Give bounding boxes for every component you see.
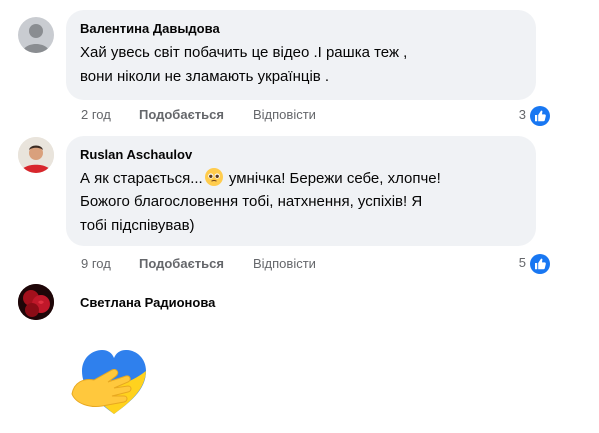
avatar-default[interactable] [18,17,54,53]
reaction-count: 3 [518,107,526,122]
like-button[interactable]: Подобається [139,107,224,122]
hand-with-heart-sticker[interactable] [68,338,160,420]
comment-text-line: вони ніколи не зламають українців . [80,68,330,85]
like-icon [530,254,550,274]
avatar-photo[interactable] [18,137,54,173]
user-photo-icon [18,137,54,173]
comment-text-line: тобі підспівував) [80,217,195,234]
comment-text-fragment: А як старається... [80,170,203,187]
avatar-photo[interactable] [18,284,54,320]
default-avatar-icon [22,24,50,53]
comment-author[interactable]: Ruslan Aschaulov [80,147,192,162]
reply-button[interactable]: Відповісти [253,256,316,271]
like-button[interactable]: Подобається [139,256,224,271]
comment-timestamp[interactable]: 9 год [81,256,111,271]
reaction-summary[interactable]: 3 [500,106,550,126]
comment-timestamp[interactable]: 2 год [81,107,111,122]
like-icon [530,106,550,126]
reaction-summary[interactable]: 5 [500,254,550,274]
reaction-count: 5 [518,255,526,270]
comment-text-fragment: умнічка! Бережи себе, хлопче! [224,170,441,187]
reply-button[interactable]: Відповісти [253,107,316,122]
comment-text-line: Божого благословення тобі, натхнення, ус… [80,193,423,210]
pleading-face-emoji-icon [204,167,224,187]
roses-photo-icon [18,284,54,320]
comment-author[interactable]: Светлана Радионова [80,295,215,310]
comment-text-line: А як старається... умнічка! Бережи себе,… [80,167,441,189]
comment-author[interactable]: Валентина Давыдова [80,21,220,36]
comment-text-line: Хай увесь світ побачить це відео .І рашк… [80,44,408,61]
